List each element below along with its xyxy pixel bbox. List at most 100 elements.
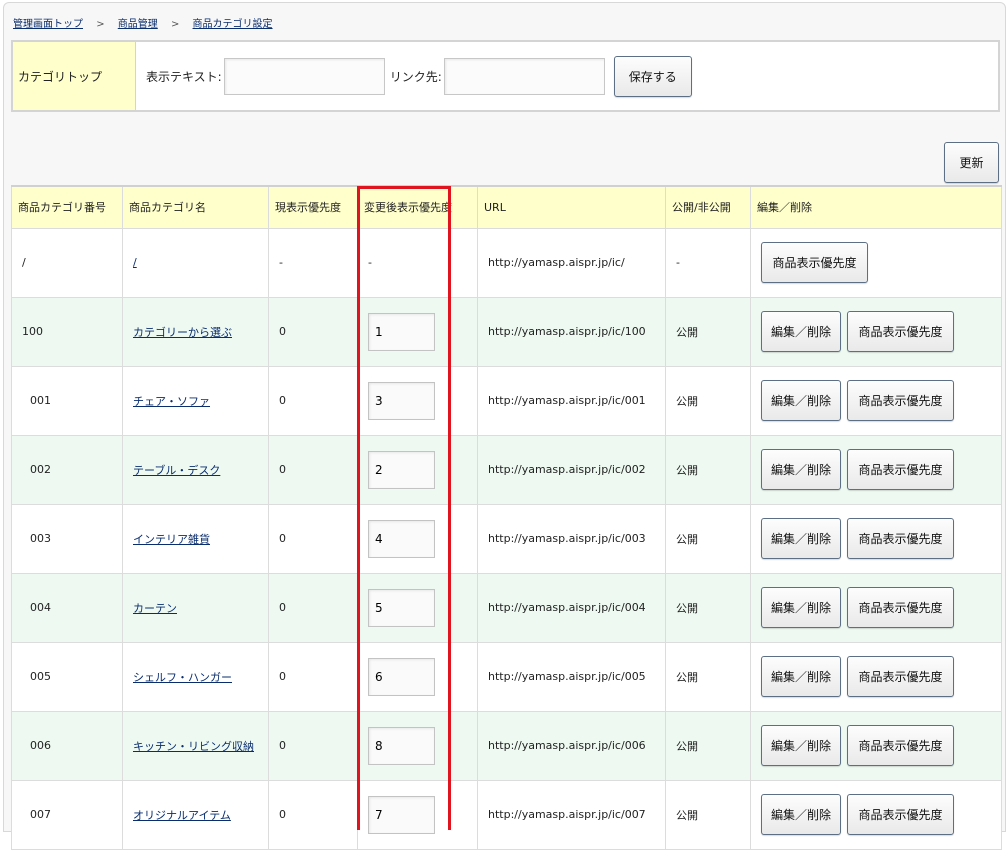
actions-cell: 編集／削除 商品表示優先度 [750,710,1002,781]
actions-cell: 編集／削除 商品表示優先度 [750,434,1002,505]
new-priority-cell [357,641,478,712]
category-url: http://yamasp.aispr.jp/ic/002 [477,434,666,505]
table-row: / / - - http://yamasp.aispr.jp/ic/ - 商品表… [11,227,1002,298]
category-url: http://yamasp.aispr.jp/ic/001 [477,365,666,436]
current-priority: 0 [268,641,358,712]
category-name-cell: オリジナルアイテム [122,779,269,850]
category-name-link[interactable]: / [133,256,137,269]
category-name-cell: カーテン [122,572,269,643]
save-button[interactable]: 保存する [613,55,692,97]
category-name-link[interactable]: カーテン [133,602,177,615]
product-priority-button[interactable]: 商品表示優先度 [847,725,954,766]
current-priority: 0 [268,572,358,643]
category-name-link[interactable]: カテゴリーから選ぶ [133,326,232,339]
edit-delete-button[interactable]: 編集／削除 [761,518,841,559]
new-priority-input[interactable] [368,726,435,765]
breadcrumb-link-products[interactable]: 商品管理 [118,19,158,30]
new-priority-input[interactable] [368,381,435,420]
category-name-cell: チェア・ソファ [122,365,269,436]
visibility-status: 公開 [665,365,751,436]
new-priority-value: - [357,227,478,298]
new-priority-input[interactable] [368,795,435,834]
visibility-status: - [665,227,751,298]
category-name-link[interactable]: インテリア雑貨 [133,533,210,546]
category-name-cell: キッチン・リビング収納 [122,710,269,781]
edit-delete-button[interactable]: 編集／削除 [761,725,841,766]
new-priority-input[interactable] [368,450,435,489]
category-name-cell: インテリア雑貨 [122,503,269,574]
category-number: 002 [11,434,123,505]
breadcrumb-separator: > [96,19,105,30]
category-number: 001 [11,365,123,436]
category-name-link[interactable]: シェルフ・ハンガー [133,671,232,684]
edit-delete-button[interactable]: 編集／削除 [761,311,841,352]
category-name-link[interactable]: オリジナルアイテム [133,809,231,822]
product-priority-button[interactable]: 商品表示優先度 [847,311,954,352]
category-number: 007 [11,779,123,850]
header-visibility: 公開/非公開 [665,185,751,229]
table-row: 006 キッチン・リビング収納 0 http://yamasp.aispr.jp… [11,710,1002,781]
category-url: http://yamasp.aispr.jp/ic/007 [477,779,666,850]
category-name-cell: カテゴリーから選ぶ [122,296,269,367]
table-row: 007 オリジナルアイテム 0 http://yamasp.aispr.jp/i… [11,779,1002,850]
breadcrumb: 管理画面トップ > 商品管理 > 商品カテゴリ設定 [13,15,273,30]
edit-delete-button[interactable]: 編集／削除 [761,656,841,697]
breadcrumb-link-category-settings[interactable]: 商品カテゴリ設定 [193,19,273,30]
table-row: 002 テーブル・デスク 0 http://yamasp.aispr.jp/ic… [11,434,1002,505]
edit-delete-button[interactable]: 編集／削除 [761,380,841,421]
new-priority-cell [357,434,478,505]
new-priority-cell [357,572,478,643]
header-current-priority: 現表示優先度 [268,185,358,229]
category-name-link[interactable]: テーブル・デスク [133,464,220,477]
edit-delete-button[interactable]: 編集／削除 [761,794,841,835]
edit-delete-button[interactable]: 編集／削除 [761,587,841,628]
breadcrumb-link-admin-top[interactable]: 管理画面トップ [13,19,83,30]
table-row: 001 チェア・ソファ 0 http://yamasp.aispr.jp/ic/… [11,365,1002,436]
new-priority-cell [357,296,478,367]
visibility-status: 公開 [665,434,751,505]
current-priority: 0 [268,710,358,781]
new-priority-input[interactable] [368,657,435,696]
category-number: 006 [11,710,123,781]
header-category-name: 商品カテゴリ名 [122,185,269,229]
current-priority: 0 [268,296,358,367]
category-name-cell: / [122,227,269,298]
new-priority-input[interactable] [368,519,435,558]
product-priority-button[interactable]: 商品表示優先度 [847,587,954,628]
new-priority-cell [357,365,478,436]
category-name-cell: シェルフ・ハンガー [122,641,269,712]
refresh-button[interactable]: 更新 [944,142,999,183]
new-priority-input[interactable] [368,312,435,351]
table-row: 004 カーテン 0 http://yamasp.aispr.jp/ic/004… [11,572,1002,643]
category-url: http://yamasp.aispr.jp/ic/005 [477,641,666,712]
edit-delete-button[interactable]: 編集／削除 [761,449,841,490]
link-target-input[interactable] [443,57,605,95]
category-top-label: カテゴリトップ [13,42,136,110]
category-number: 005 [11,641,123,712]
visibility-status: 公開 [665,710,751,781]
category-name-link[interactable]: チェア・ソファ [133,395,210,408]
actions-cell: 編集／削除 商品表示優先度 [750,641,1002,712]
category-number: / [11,227,123,298]
current-priority: 0 [268,365,358,436]
current-priority: - [268,227,358,298]
product-priority-button[interactable]: 商品表示優先度 [761,242,868,283]
new-priority-cell [357,779,478,850]
display-text-input[interactable] [223,57,385,95]
category-top-fields: 表示テキスト: リンク先: 保存する [136,42,692,110]
category-name-link[interactable]: キッチン・リビング収納 [133,740,254,753]
product-priority-button[interactable]: 商品表示優先度 [847,518,954,559]
visibility-status: 公開 [665,503,751,574]
new-priority-input[interactable] [368,588,435,627]
actions-cell: 商品表示優先度 [750,227,1002,298]
header-url: URL [477,185,666,229]
product-priority-button[interactable]: 商品表示優先度 [847,794,954,835]
table-row: 100 カテゴリーから選ぶ 0 http://yamasp.aispr.jp/i… [11,296,1002,367]
product-priority-button[interactable]: 商品表示優先度 [847,656,954,697]
visibility-status: 公開 [665,296,751,367]
product-priority-button[interactable]: 商品表示優先度 [847,380,954,421]
category-table: 商品カテゴリ番号 商品カテゴリ名 現表示優先度 変更後表示優先度 URL 公開/… [11,185,1002,850]
visibility-status: 公開 [665,641,751,712]
breadcrumb-separator: > [170,19,180,30]
product-priority-button[interactable]: 商品表示優先度 [847,449,954,490]
